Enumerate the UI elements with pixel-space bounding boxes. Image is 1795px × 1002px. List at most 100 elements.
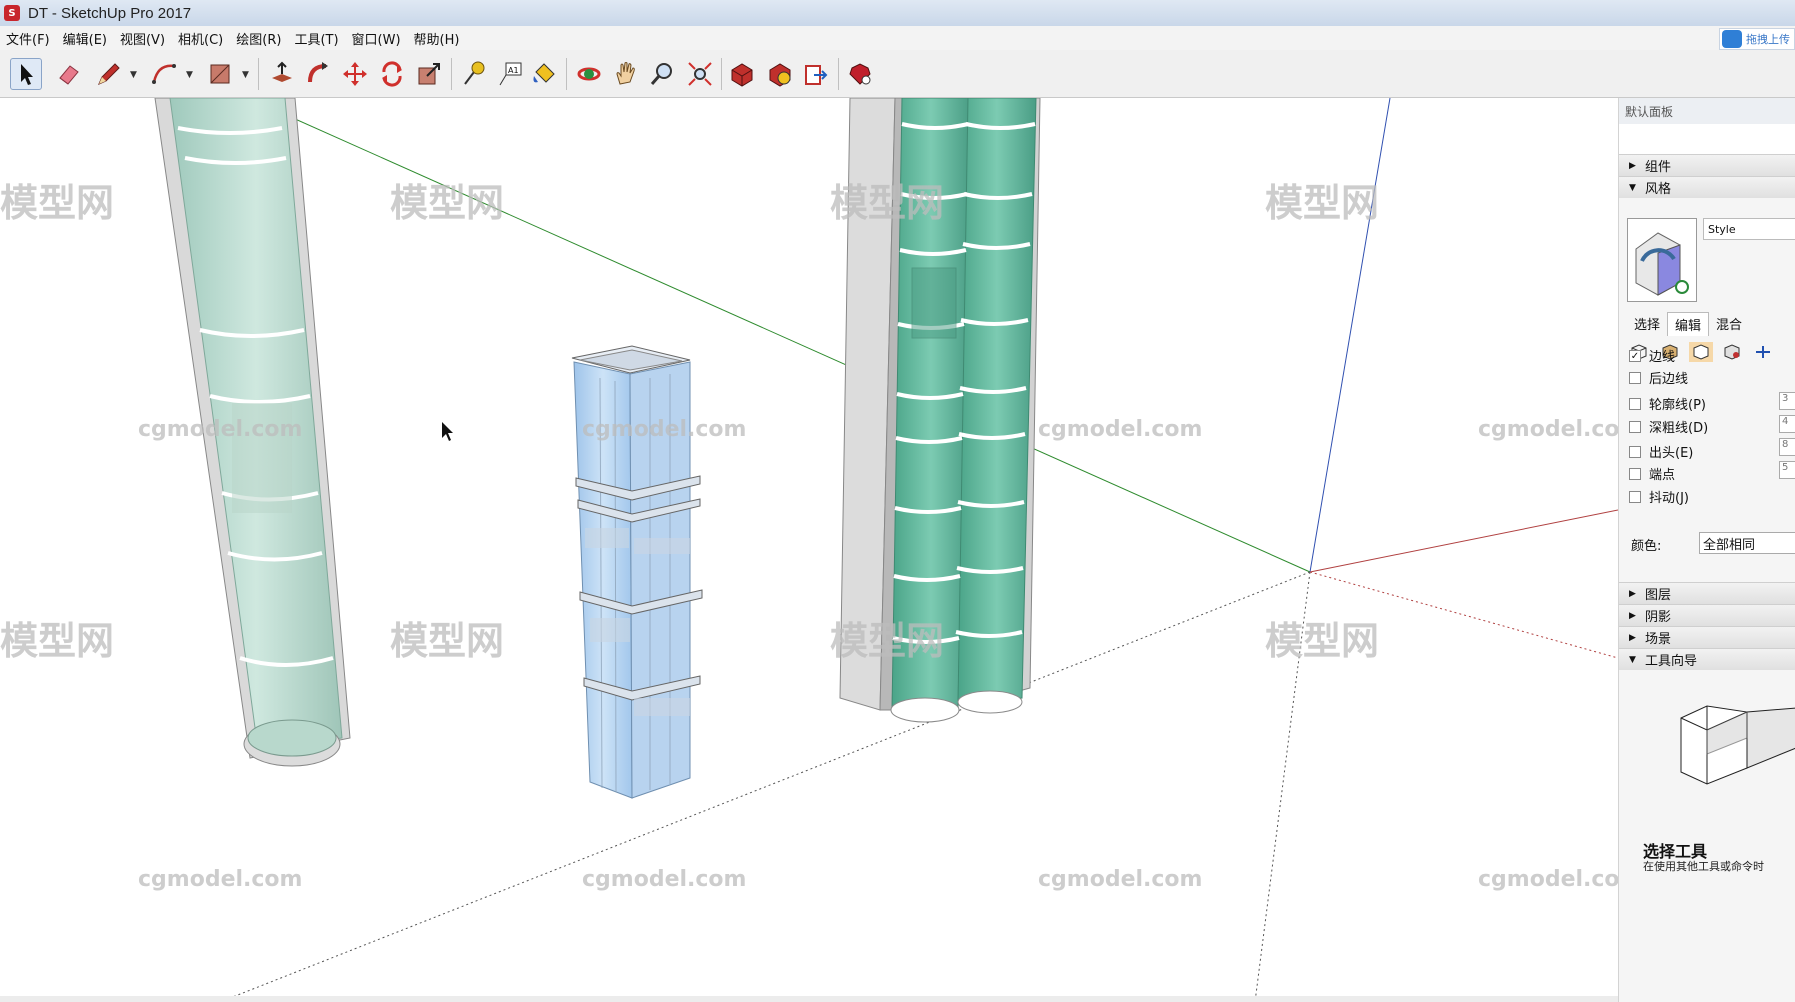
drawing-viewport[interactable]: 模型网 模型网 模型网 模型网 模型网 模型网 模型网 模型网 cgmodel.… xyxy=(0,98,1618,1002)
toolbar-separator xyxy=(451,58,452,90)
menu-file[interactable]: 文件(F) xyxy=(6,29,50,48)
tray-spacer xyxy=(1619,124,1795,154)
collapsed-arrow-icon: ▶ xyxy=(1629,610,1636,621)
style-thumbnail[interactable] xyxy=(1627,218,1697,302)
main-toolbar: ▼ ▼ ▼ A1 xyxy=(0,50,1795,98)
scale-tool-button[interactable] xyxy=(413,58,445,90)
glass-elevator-shaft xyxy=(571,345,703,799)
line-tool-button[interactable] xyxy=(93,58,125,90)
jitter-checkbox[interactable] xyxy=(1629,490,1641,503)
tray-section-label: 阴影 xyxy=(1645,610,1672,625)
tray-section-layers[interactable]: ▶ 图层 xyxy=(1619,582,1795,604)
extension-length-field[interactable]: 8 xyxy=(1779,438,1795,456)
extension-warehouse-icon xyxy=(769,63,791,87)
edge-color-select[interactable]: 全部相同 xyxy=(1699,532,1795,554)
edge-color-label: 颜色: xyxy=(1631,539,1662,554)
upload-button[interactable]: 拖拽上传 xyxy=(1719,28,1795,50)
layout-send-tool-button[interactable] xyxy=(800,58,832,90)
instructor-house-illustration xyxy=(1680,705,1795,785)
watermark-settings-icon[interactable] xyxy=(1720,342,1744,362)
edge-option-jitter[interactable]: 抖动(J) xyxy=(1629,487,1689,506)
collapsed-arrow-icon: ▶ xyxy=(1629,588,1636,599)
pan-tool-button[interactable] xyxy=(610,58,642,90)
watermark-site: cgmodel.com xyxy=(1478,867,1618,892)
tray-section-shadows[interactable]: ▶ 阴影 xyxy=(1619,604,1795,626)
watermark-logo: 模型网 xyxy=(1265,181,1379,225)
watermark-site: cgmodel.com xyxy=(138,417,302,442)
watermark-logo: 模型网 xyxy=(390,619,504,663)
depth-cue-checkbox[interactable] xyxy=(1629,420,1641,433)
option-label: 抖动(J) xyxy=(1649,491,1689,506)
text-tool-button[interactable]: A1 xyxy=(494,58,526,90)
tray-section-label: 场景 xyxy=(1645,632,1672,647)
edge-option-back-edges[interactable]: 后边线 xyxy=(1629,368,1688,387)
tab-edit[interactable]: 编辑 xyxy=(1667,312,1710,336)
warehouse-tool-button[interactable] xyxy=(726,58,758,90)
zoom-extents-tool-button[interactable] xyxy=(684,58,716,90)
edge-option-edges[interactable]: ✓ 边线 xyxy=(1629,346,1675,365)
tray-section-instructor[interactable]: ▼ 工具向导 xyxy=(1619,648,1795,670)
follow-me-tool-button[interactable] xyxy=(302,58,334,90)
tab-mix[interactable]: 混合 xyxy=(1709,312,1749,336)
tape-measure-tool-button[interactable] xyxy=(457,58,489,90)
window-title: DT - SketchUp Pro 2017 xyxy=(28,4,192,22)
ruby-console-tool-button[interactable] xyxy=(844,58,876,90)
rectangle-tool-dropdown[interactable]: ▼ xyxy=(242,70,249,80)
option-label: 后边线 xyxy=(1649,372,1689,387)
watermark-logo: 模型网 xyxy=(0,619,114,663)
tray-section-label: 组件 xyxy=(1645,160,1672,175)
hand-icon xyxy=(616,62,635,85)
extension-warehouse-tool-button[interactable] xyxy=(764,58,796,90)
orbit-tool-button[interactable] xyxy=(573,58,605,90)
rotate-tool-button[interactable] xyxy=(376,58,408,90)
endpoints-length-field[interactable]: 5 xyxy=(1779,461,1795,479)
tray-section-styles[interactable]: ▼ 风格 xyxy=(1619,176,1795,198)
style-name-field[interactable]: Style xyxy=(1703,218,1795,240)
modeling-settings-icon[interactable] xyxy=(1751,342,1775,362)
tray-section-label: 风格 xyxy=(1645,182,1672,197)
edge-option-endpoints[interactable]: 端点 xyxy=(1629,464,1675,483)
endpoints-checkbox[interactable] xyxy=(1629,467,1641,480)
line-tool-dropdown[interactable]: ▼ xyxy=(130,70,137,80)
arc-tool-button[interactable] xyxy=(148,58,180,90)
menu-bar: 文件(F) 编辑(E) 视图(V) 相机(C) 绘图(R) 工具(T) 窗口(W… xyxy=(0,26,1795,50)
eraser-icon xyxy=(59,65,79,85)
back-edges-checkbox[interactable] xyxy=(1629,371,1641,384)
extension-checkbox[interactable] xyxy=(1629,445,1641,458)
rectangle-icon xyxy=(210,64,230,84)
menu-help[interactable]: 帮助(H) xyxy=(414,29,460,48)
option-label: 出头(E) xyxy=(1649,446,1694,461)
edges-checkbox[interactable]: ✓ xyxy=(1629,349,1641,362)
edge-option-extension[interactable]: 出头(E) xyxy=(1629,442,1693,461)
arc-tool-dropdown[interactable]: ▼ xyxy=(186,70,193,80)
profiles-checkbox[interactable] xyxy=(1629,397,1641,410)
paint-bucket-icon xyxy=(533,63,555,83)
eraser-tool-button[interactable] xyxy=(53,58,85,90)
option-label: 深粗线(D) xyxy=(1649,421,1709,436)
tray-section-scenes[interactable]: ▶ 场景 xyxy=(1619,626,1795,648)
edge-option-depth-cue[interactable]: 深粗线(D) xyxy=(1629,417,1708,436)
profiles-width-field[interactable]: 3 xyxy=(1779,392,1795,410)
paint-bucket-tool-button[interactable] xyxy=(528,58,560,90)
menu-draw[interactable]: 绘图(R) xyxy=(236,29,281,48)
tray-section-components[interactable]: ▶ 组件 xyxy=(1619,154,1795,176)
menu-window[interactable]: 窗口(W) xyxy=(352,29,401,48)
push-pull-tool-button[interactable] xyxy=(266,58,298,90)
menu-camera[interactable]: 相机(C) xyxy=(178,29,223,48)
depth-cue-field[interactable]: 4 xyxy=(1779,415,1795,433)
tab-select[interactable]: 选择 xyxy=(1627,312,1667,336)
move-tool-button[interactable] xyxy=(339,58,371,90)
background-settings-icon[interactable] xyxy=(1689,342,1713,362)
select-tool-button[interactable] xyxy=(10,58,42,90)
menu-tools[interactable]: 工具(T) xyxy=(294,29,338,48)
3d-warehouse-icon xyxy=(731,63,753,87)
collapsed-arrow-icon: ▶ xyxy=(1629,632,1636,643)
rectangle-tool-button[interactable] xyxy=(204,58,236,90)
watermark-logo: 模型网 xyxy=(830,181,944,225)
menu-edit[interactable]: 编辑(E) xyxy=(63,29,107,48)
zoom-extents-icon xyxy=(688,62,712,86)
zoom-tool-button[interactable] xyxy=(646,58,678,90)
edge-option-profiles[interactable]: 轮廓线(P) xyxy=(1629,394,1706,413)
toolbar-separator xyxy=(258,58,259,90)
menu-view[interactable]: 视图(V) xyxy=(120,29,165,48)
